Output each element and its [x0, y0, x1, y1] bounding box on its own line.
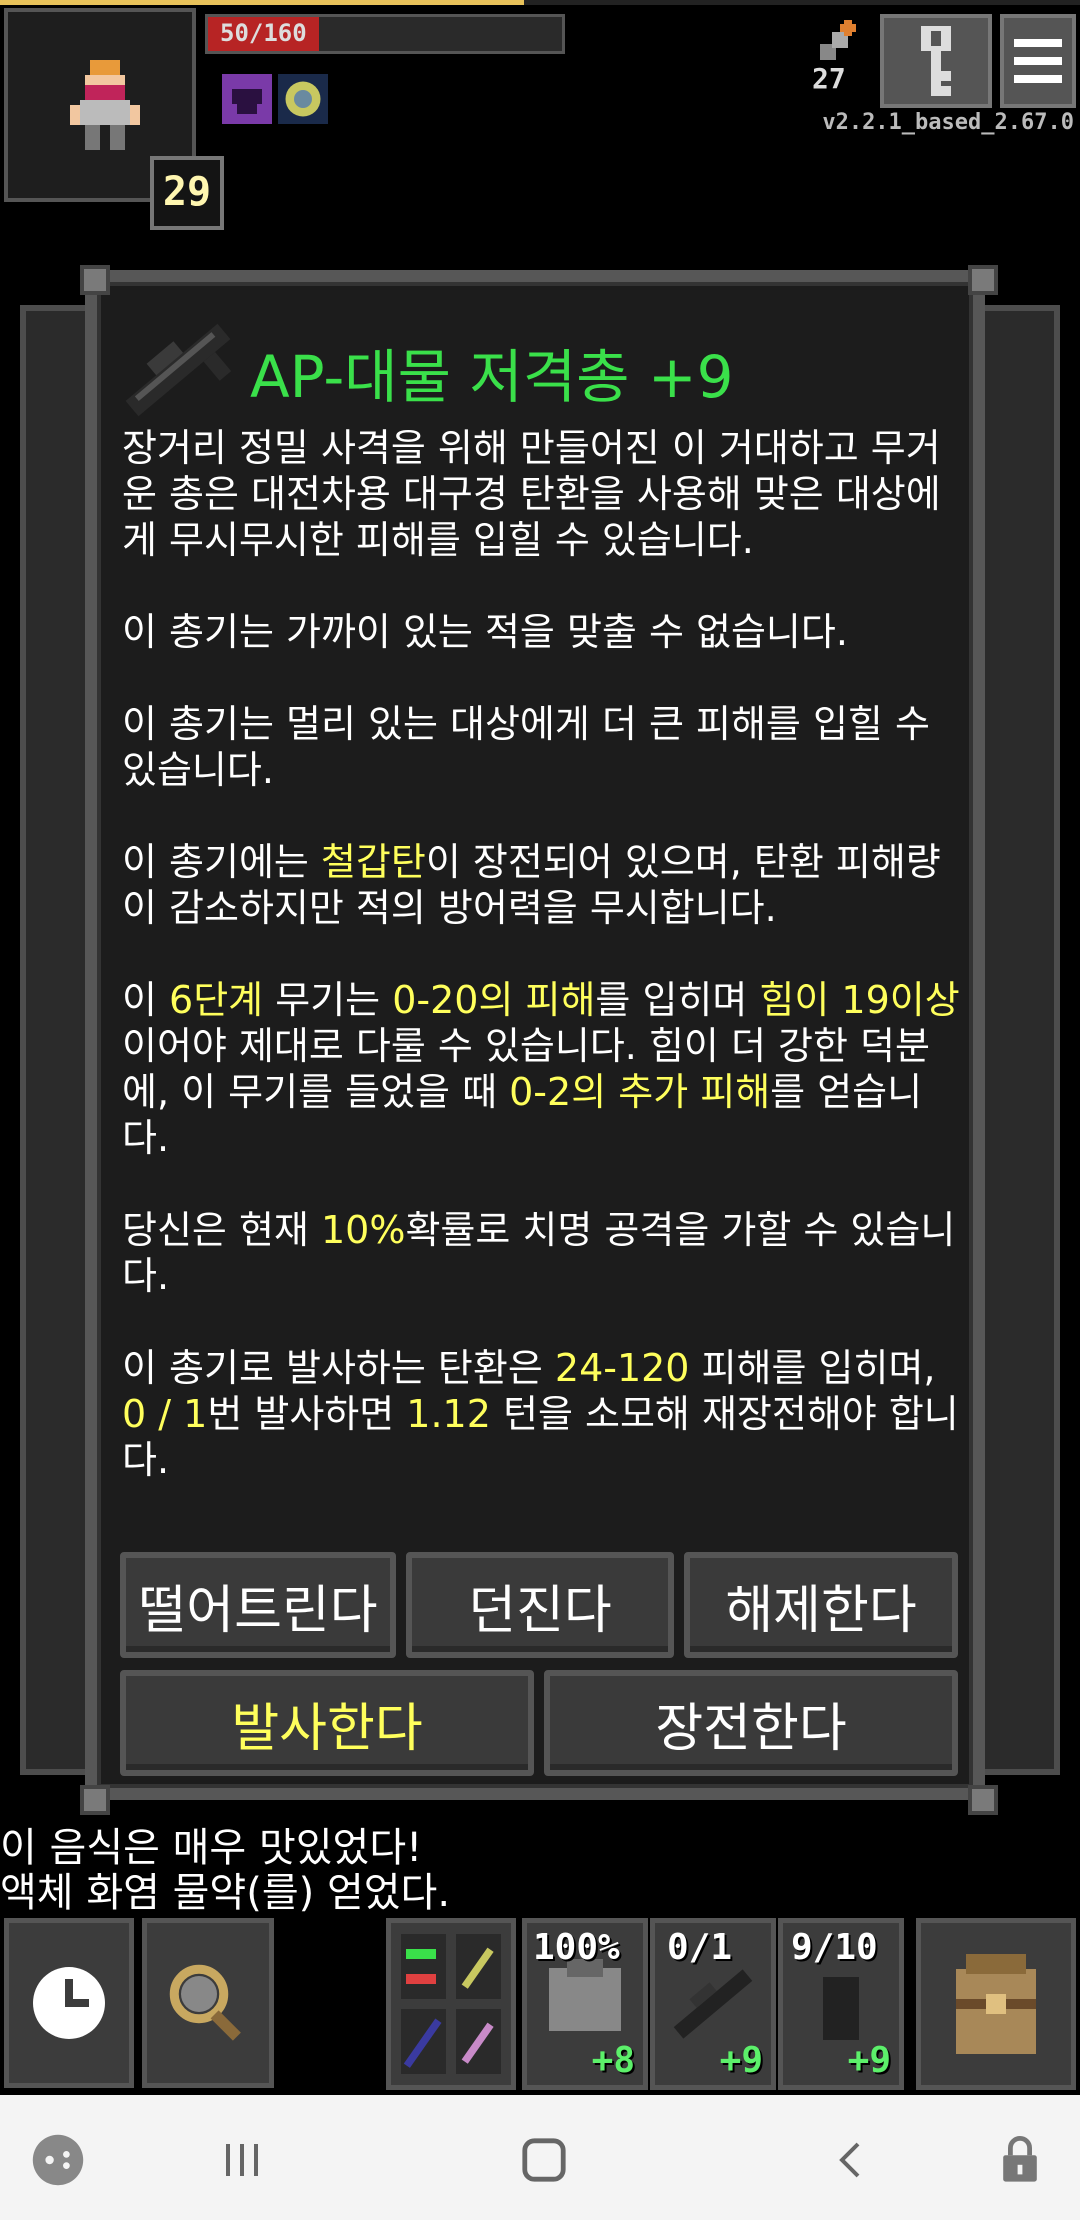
drop-button[interactable]: 떨어트린다	[120, 1552, 396, 1658]
level-badge: 29	[150, 156, 224, 230]
quickslot-third[interactable]: 9/10 +9	[778, 1918, 904, 2090]
item-slot-icon	[823, 1977, 859, 2040]
back-button[interactable]	[820, 2130, 880, 2190]
journal-key-icon	[921, 26, 951, 96]
window-corner	[80, 1785, 110, 1815]
ammo-count: 0 / 1	[122, 1392, 208, 1436]
depth-counter: 27	[812, 62, 846, 95]
backpack-icon	[956, 1954, 1036, 2054]
xp-bar-fill	[0, 0, 524, 5]
bullet-damage: 24-120	[554, 1346, 690, 1390]
version-label: v2.2.1_based_2.67.0	[822, 110, 1074, 135]
desc-paragraph-6: 당신은 현재 10%확률로 치명 공격을 가할 수 있습니다.	[122, 1207, 962, 1299]
desc-paragraph-4: 이 총기에는 철갑탄이 장전되어 있으며, 탄환 피해량이 감소하지만 적의 방…	[122, 839, 962, 931]
quickslot-armor[interactable]: 100% +8	[522, 1918, 648, 2090]
armor-durability: 100%	[533, 1927, 620, 1968]
menu-icon	[1014, 39, 1062, 83]
fire-button[interactable]: 발사한다	[120, 1670, 534, 1776]
desc-paragraph-5: 이 6단계 무기는 0-20의 피해를 입히며 힘이 19이상이어야 제대로 다…	[122, 977, 962, 1161]
text: 이	[122, 978, 170, 1022]
lock-icon	[1003, 2136, 1037, 2182]
reload-button[interactable]: 장전한다	[544, 1670, 958, 1776]
armor-upgrade: +8	[591, 2040, 635, 2081]
text: 를 입히며	[595, 978, 760, 1022]
menu-button[interactable]	[1000, 14, 1076, 108]
damage-value: 0-20의 피해	[392, 978, 596, 1022]
buff-purple-icon[interactable]	[222, 74, 272, 124]
desc-paragraph-1: 장거리 정밀 사격을 위해 만들어진 이 거대하고 무거운 총은 대전차용 대구…	[122, 426, 941, 562]
desc-paragraph-7: 이 총기로 발사하는 탄환은 24-120 피해를 입히며, 0 / 1번 발사…	[122, 1345, 962, 1483]
tier-value: 6단계	[169, 978, 264, 1022]
search-button[interactable]	[142, 1918, 274, 2088]
window-corner	[80, 265, 110, 295]
item-title: AP-대물 저격총 +9	[250, 343, 734, 411]
ammo-type: 철갑탄	[320, 840, 426, 884]
xp-bar	[0, 0, 1080, 5]
game-launcher-button[interactable]	[28, 2130, 88, 2190]
desc-paragraph-3: 이 총기는 멀리 있는 대상에게 더 큰 피해를 입힐 수 있습니다.	[122, 702, 930, 792]
text: 이 총기로 발사하는 탄환은	[122, 1346, 555, 1390]
search-icon	[169, 1964, 241, 2041]
back-icon	[839, 2142, 860, 2178]
gun-slot-icon	[673, 1969, 753, 2039]
text: 무기는	[263, 978, 393, 1022]
text: 당신은 현재	[122, 1208, 321, 1252]
throw-button[interactable]: 던진다	[406, 1552, 674, 1658]
quickslot-gun[interactable]: 0/1 +9	[650, 1918, 776, 2090]
hp-text: 50/160	[220, 19, 307, 47]
window-corner	[968, 265, 998, 295]
gun-ammo: 0/1	[667, 1927, 733, 1968]
desc-paragraph-2: 이 총기는 가까이 있는 적을 맞출 수 없습니다.	[122, 610, 848, 654]
hero-icon	[70, 60, 140, 150]
text: 번 발사하면	[207, 1392, 407, 1436]
hp-bar: 50/160	[205, 14, 565, 54]
inventory-button[interactable]	[916, 1918, 1076, 2090]
depth-icon	[820, 20, 856, 60]
strength-req: 힘이 19이상	[759, 978, 960, 1022]
buff-glow-icon[interactable]	[278, 74, 328, 124]
text: 피해를 입히며,	[689, 1346, 936, 1390]
item-description: 장거리 정밀 사격을 위해 만들어진 이 거대하고 무거운 총은 대전차용 대구…	[122, 425, 962, 1529]
journal-button[interactable]	[880, 14, 992, 108]
third-slot-upgrade: +9	[847, 2040, 891, 2081]
crit-chance: 10%	[320, 1208, 406, 1252]
lock-button[interactable]	[990, 2130, 1050, 2190]
home-icon	[522, 2138, 566, 2182]
game-launcher-icon	[32, 2134, 84, 2186]
swap-icon[interactable]	[396, 1929, 506, 2079]
quick-tools	[386, 1918, 516, 2090]
gun-upgrade: +9	[719, 2040, 763, 2081]
third-slot-count: 9/10	[791, 1927, 878, 1968]
bonus-damage: 0-2의 추가 피해	[509, 1070, 771, 1114]
home-button[interactable]	[514, 2130, 574, 2190]
recents-button[interactable]	[212, 2130, 272, 2190]
reload-turns: 1.12	[406, 1392, 491, 1436]
unequip-button[interactable]: 해제한다	[684, 1552, 958, 1658]
clock-icon	[33, 1967, 105, 2039]
armor-icon	[549, 1959, 621, 2031]
text: 이 총기에는	[122, 840, 321, 884]
log-line: 액체 화염 물약(를) 얻었다.	[0, 1870, 451, 1916]
sniper-rifle-icon	[125, 323, 232, 417]
window-corner	[968, 1785, 998, 1815]
recents-icon	[226, 2144, 258, 2176]
wait-button[interactable]	[4, 1918, 134, 2088]
